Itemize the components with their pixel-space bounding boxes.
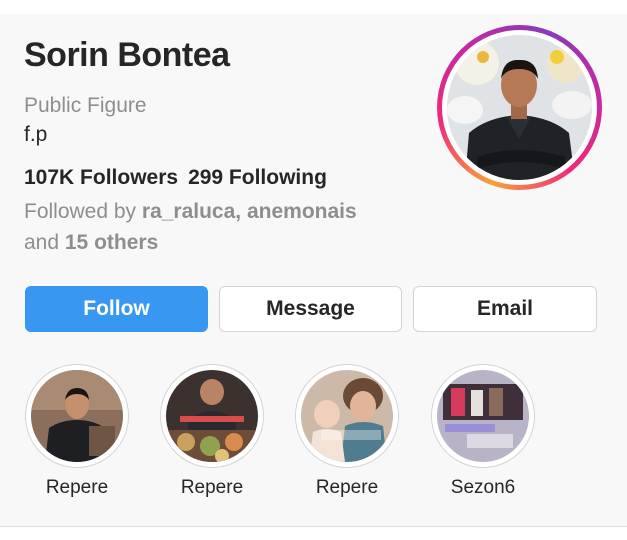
followers-count[interactable]: 107K Followers: [24, 166, 178, 189]
followed-by[interactable]: Followed by ra_raluca, anemonais and 15 o…: [24, 196, 404, 258]
followed-by-and: and: [24, 231, 65, 254]
profile-stats: 107K Followers 299 Following: [24, 166, 327, 190]
highlight-ring: [431, 364, 535, 468]
email-button[interactable]: Email: [413, 286, 597, 332]
highlight-item[interactable]: Repere: [160, 364, 264, 499]
followed-by-prefix: Followed by: [24, 200, 142, 223]
avatar-photo: [447, 35, 592, 180]
highlight-label: Repere: [45, 477, 109, 498]
highlight-item[interactable]: Repere: [295, 364, 399, 499]
highlight-ring: [25, 364, 129, 468]
highlight-label: Repere: [180, 477, 244, 498]
message-button[interactable]: Message: [219, 286, 402, 332]
highlight-family-photo-icon: [301, 370, 393, 462]
profile-category: Public Figure: [24, 94, 147, 117]
highlight-label: Sezon6: [450, 477, 516, 498]
profile-bio: f.p: [24, 123, 48, 146]
divider: [0, 526, 627, 527]
highlight-ring: [160, 364, 264, 468]
highlight-food-table-icon: [166, 370, 258, 462]
avatar[interactable]: [437, 25, 602, 190]
profile-name: Sorin Bontea: [24, 36, 230, 74]
highlight-chef-portrait-icon: [31, 370, 123, 462]
follow-button[interactable]: Follow: [25, 286, 208, 332]
followed-by-users: ra_raluca, anemonais: [141, 200, 357, 223]
following-count[interactable]: 299 Following: [188, 166, 327, 189]
highlight-label: Repere: [315, 477, 379, 498]
followed-by-others: 15 others: [64, 231, 159, 254]
highlight-tv-show-icon: [437, 370, 529, 462]
highlight-ring: [295, 364, 399, 468]
highlight-item[interactable]: Sezon6: [431, 364, 535, 499]
highlight-item[interactable]: Repere: [25, 364, 129, 499]
